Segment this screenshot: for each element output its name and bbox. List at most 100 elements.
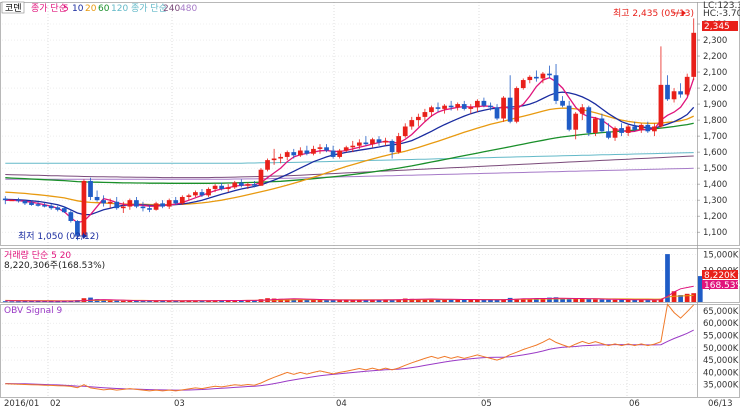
candle-body[interactable] [442, 105, 447, 109]
candle-body[interactable] [2, 198, 8, 201]
volume-bar[interactable] [2, 301, 8, 303]
volume-bar[interactable] [632, 299, 638, 302]
candle-body[interactable] [494, 107, 500, 119]
candle-body[interactable] [540, 73, 546, 79]
volume-bar[interactable] [619, 299, 624, 302]
candle-body[interactable] [88, 180, 93, 197]
candle-body[interactable] [560, 100, 565, 106]
candle-body[interactable] [35, 204, 41, 206]
volume-bar[interactable] [606, 299, 611, 302]
candle-body[interactable] [147, 208, 152, 210]
candle-body[interactable] [317, 147, 323, 149]
volume-bar[interactable] [16, 301, 21, 303]
candle-body[interactable] [461, 104, 467, 109]
candle-body[interactable] [389, 140, 395, 153]
candle-body[interactable] [160, 203, 165, 207]
volume-bar[interactable] [638, 300, 644, 302]
candle-body[interactable] [553, 75, 559, 101]
candle-body[interactable] [501, 97, 506, 119]
candle-body[interactable] [284, 152, 290, 157]
candle-body[interactable] [166, 200, 172, 207]
candle-body[interactable] [225, 187, 231, 189]
candle-body[interactable] [120, 206, 126, 209]
candle-body[interactable] [468, 107, 474, 109]
candle-body[interactable] [527, 76, 533, 81]
volume-bar[interactable] [474, 299, 480, 302]
candle-body[interactable] [258, 169, 264, 186]
candle-body[interactable] [356, 142, 362, 146]
candle-body[interactable] [94, 196, 100, 201]
candle-body[interactable] [186, 195, 192, 197]
candle-body[interactable] [665, 84, 670, 100]
candle-body[interactable] [311, 148, 316, 154]
candle-body[interactable] [599, 118, 605, 132]
volume-bar[interactable] [645, 300, 651, 302]
candle-body[interactable] [678, 91, 683, 95]
candle-body[interactable] [114, 201, 120, 209]
volume-bar[interactable] [586, 299, 592, 302]
candle-body[interactable] [22, 200, 28, 204]
candle-body[interactable] [586, 107, 592, 133]
volume-bar[interactable] [625, 299, 631, 302]
candle-body[interactable] [252, 184, 257, 186]
candle-body[interactable] [134, 200, 139, 207]
candle-body[interactable] [448, 105, 454, 108]
candle-body[interactable] [232, 182, 238, 188]
candle-body[interactable] [363, 142, 369, 145]
candle-body[interactable] [474, 100, 480, 108]
candle-body[interactable] [291, 152, 297, 156]
candle-body[interactable] [632, 126, 638, 130]
volume-bar[interactable] [566, 299, 572, 302]
candle-body[interactable] [9, 200, 15, 202]
candle-body[interactable] [409, 120, 415, 127]
candle-body[interactable] [16, 200, 21, 202]
candle-body[interactable] [671, 91, 677, 100]
volume-bar[interactable] [330, 300, 336, 302]
candle-body[interactable] [383, 140, 388, 143]
candle-body[interactable] [48, 205, 54, 209]
candle-body[interactable] [206, 188, 211, 196]
candle-body[interactable] [265, 160, 270, 170]
candle-body[interactable] [173, 200, 179, 204]
candle-body[interactable] [593, 118, 598, 133]
candle-body[interactable] [638, 124, 644, 130]
candle-body[interactable] [245, 184, 251, 186]
volume-bar[interactable] [684, 293, 690, 302]
volume-bar[interactable] [593, 299, 598, 302]
candle-body[interactable] [29, 202, 34, 205]
candle-body[interactable] [652, 126, 657, 132]
candle-body[interactable] [422, 112, 428, 117]
candle-body[interactable] [455, 104, 461, 108]
candle-body[interactable] [153, 203, 159, 210]
volume-bar[interactable] [461, 299, 467, 302]
candle-body[interactable] [61, 208, 67, 213]
candle-body[interactable] [343, 147, 349, 151]
candle-body[interactable] [435, 107, 441, 109]
volume-bar[interactable] [317, 300, 323, 302]
volume-bar[interactable] [350, 300, 356, 302]
volume-bar[interactable] [343, 300, 349, 302]
candle-body[interactable] [534, 76, 539, 79]
volume-bar[interactable] [324, 300, 329, 302]
candle-body[interactable] [193, 192, 198, 196]
candle-body[interactable] [297, 150, 303, 156]
candle-body[interactable] [278, 156, 284, 159]
candle-body[interactable] [606, 131, 611, 138]
candle-body[interactable] [42, 204, 47, 207]
candle-body[interactable] [324, 147, 329, 151]
candle-body[interactable] [645, 124, 651, 132]
volume-bar[interactable] [488, 299, 493, 302]
candle-body[interactable] [81, 180, 87, 236]
candle-body[interactable] [238, 182, 244, 186]
stock-title[interactable]: 코덴 [5, 3, 22, 14]
volume-bar[interactable] [114, 300, 120, 302]
candle-body[interactable] [330, 150, 336, 157]
volume-bar[interactable] [311, 299, 316, 302]
candle-body[interactable] [127, 200, 133, 207]
volume-bar[interactable] [697, 276, 703, 302]
candle-body[interactable] [68, 212, 74, 221]
candle-body[interactable] [488, 105, 493, 108]
candle-body[interactable] [304, 150, 310, 154]
chart-canvas[interactable]: 1,100 1,200 1,300 1,400 1,500 1,600 1,700 1,800… [0, 0, 740, 409]
candle-body[interactable] [55, 207, 61, 210]
